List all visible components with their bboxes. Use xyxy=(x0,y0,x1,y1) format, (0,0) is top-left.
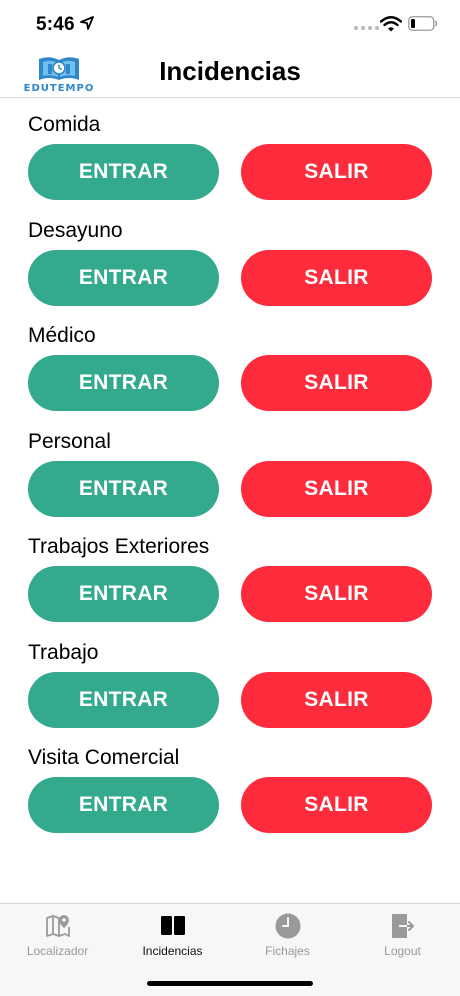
incident-label: Desayuno xyxy=(28,218,123,242)
incident-comida: Comida ENTRAR SALIR xyxy=(0,99,460,205)
incident-visita-comercial: Visita Comercial ENTRAR SALIR xyxy=(0,732,460,838)
navigation-bar: EDUTEMPO Incidencias xyxy=(0,48,460,98)
exit-button-medico[interactable]: SALIR xyxy=(241,355,432,411)
incident-label: Trabajo xyxy=(28,640,99,664)
enter-button-personal[interactable]: ENTRAR xyxy=(28,460,219,517)
enter-button-visita-comercial[interactable]: ENTRAR xyxy=(28,777,219,833)
enter-button-medico[interactable]: ENTRAR xyxy=(28,355,219,411)
enter-button-trabajos-exteriores[interactable]: ENTRAR xyxy=(28,566,219,622)
incident-label: Visita Comercial xyxy=(28,746,180,769)
tab-label: Fichajes xyxy=(265,944,310,958)
tab-localizador[interactable]: Localizador xyxy=(0,904,115,966)
enter-button-desayuno[interactable]: ENTRAR xyxy=(28,249,219,306)
status-bar: 5:46 xyxy=(0,0,460,48)
enter-button-comida[interactable]: ENTRAR xyxy=(28,144,219,200)
tab-fichajes[interactable]: Fichajes xyxy=(230,904,345,966)
location-arrow-icon xyxy=(80,16,94,30)
tab-label: Incidencias xyxy=(142,944,203,958)
exit-button-personal[interactable]: SALIR xyxy=(241,460,432,517)
tab-label: Localizador xyxy=(26,944,89,958)
incident-label: Médico xyxy=(28,324,96,347)
battery-icon xyxy=(408,16,438,31)
home-indicator xyxy=(147,981,313,986)
incident-label: Personal xyxy=(28,429,111,453)
wifi-icon xyxy=(380,16,402,32)
incident-list: Comida ENTRAR SALIR Desayuno ENTRAR SALI… xyxy=(0,99,460,838)
incident-trabajos-exteriores: Trabajos Exteriores ENTRAR SALIR xyxy=(0,521,460,627)
incident-label: Comida xyxy=(28,113,101,136)
exit-button-comida[interactable]: SALIR xyxy=(241,144,432,200)
incident-medico: Médico ENTRAR SALIR xyxy=(0,310,460,416)
tab-label: Logout xyxy=(384,944,421,958)
incident-desayuno: Desayuno ENTRAR SALIR xyxy=(0,205,460,311)
logout-icon xyxy=(392,914,414,938)
status-time: 5:46 xyxy=(36,14,75,35)
incident-trabajo: Trabajo ENTRAR SALIR xyxy=(0,627,460,733)
exit-button-desayuno[interactable]: SALIR xyxy=(241,249,432,306)
book-icon xyxy=(161,916,185,935)
enter-button-trabajo[interactable]: ENTRAR xyxy=(28,671,219,728)
map-pin-icon xyxy=(46,915,70,937)
exit-button-trabajos-exteriores[interactable]: SALIR xyxy=(241,566,432,622)
page-title: Incidencias xyxy=(159,56,301,86)
exit-button-visita-comercial[interactable]: SALIR xyxy=(241,777,432,833)
incident-personal: Personal ENTRAR SALIR xyxy=(0,416,460,522)
tab-incidencias[interactable]: Incidencias xyxy=(115,904,230,966)
exit-button-trabajo[interactable]: SALIR xyxy=(241,671,432,728)
clock-icon xyxy=(275,913,301,939)
incident-label: Trabajos Exteriores xyxy=(28,535,210,558)
tab-logout[interactable]: Logout xyxy=(345,904,460,966)
cellular-signal-icon xyxy=(354,26,379,30)
